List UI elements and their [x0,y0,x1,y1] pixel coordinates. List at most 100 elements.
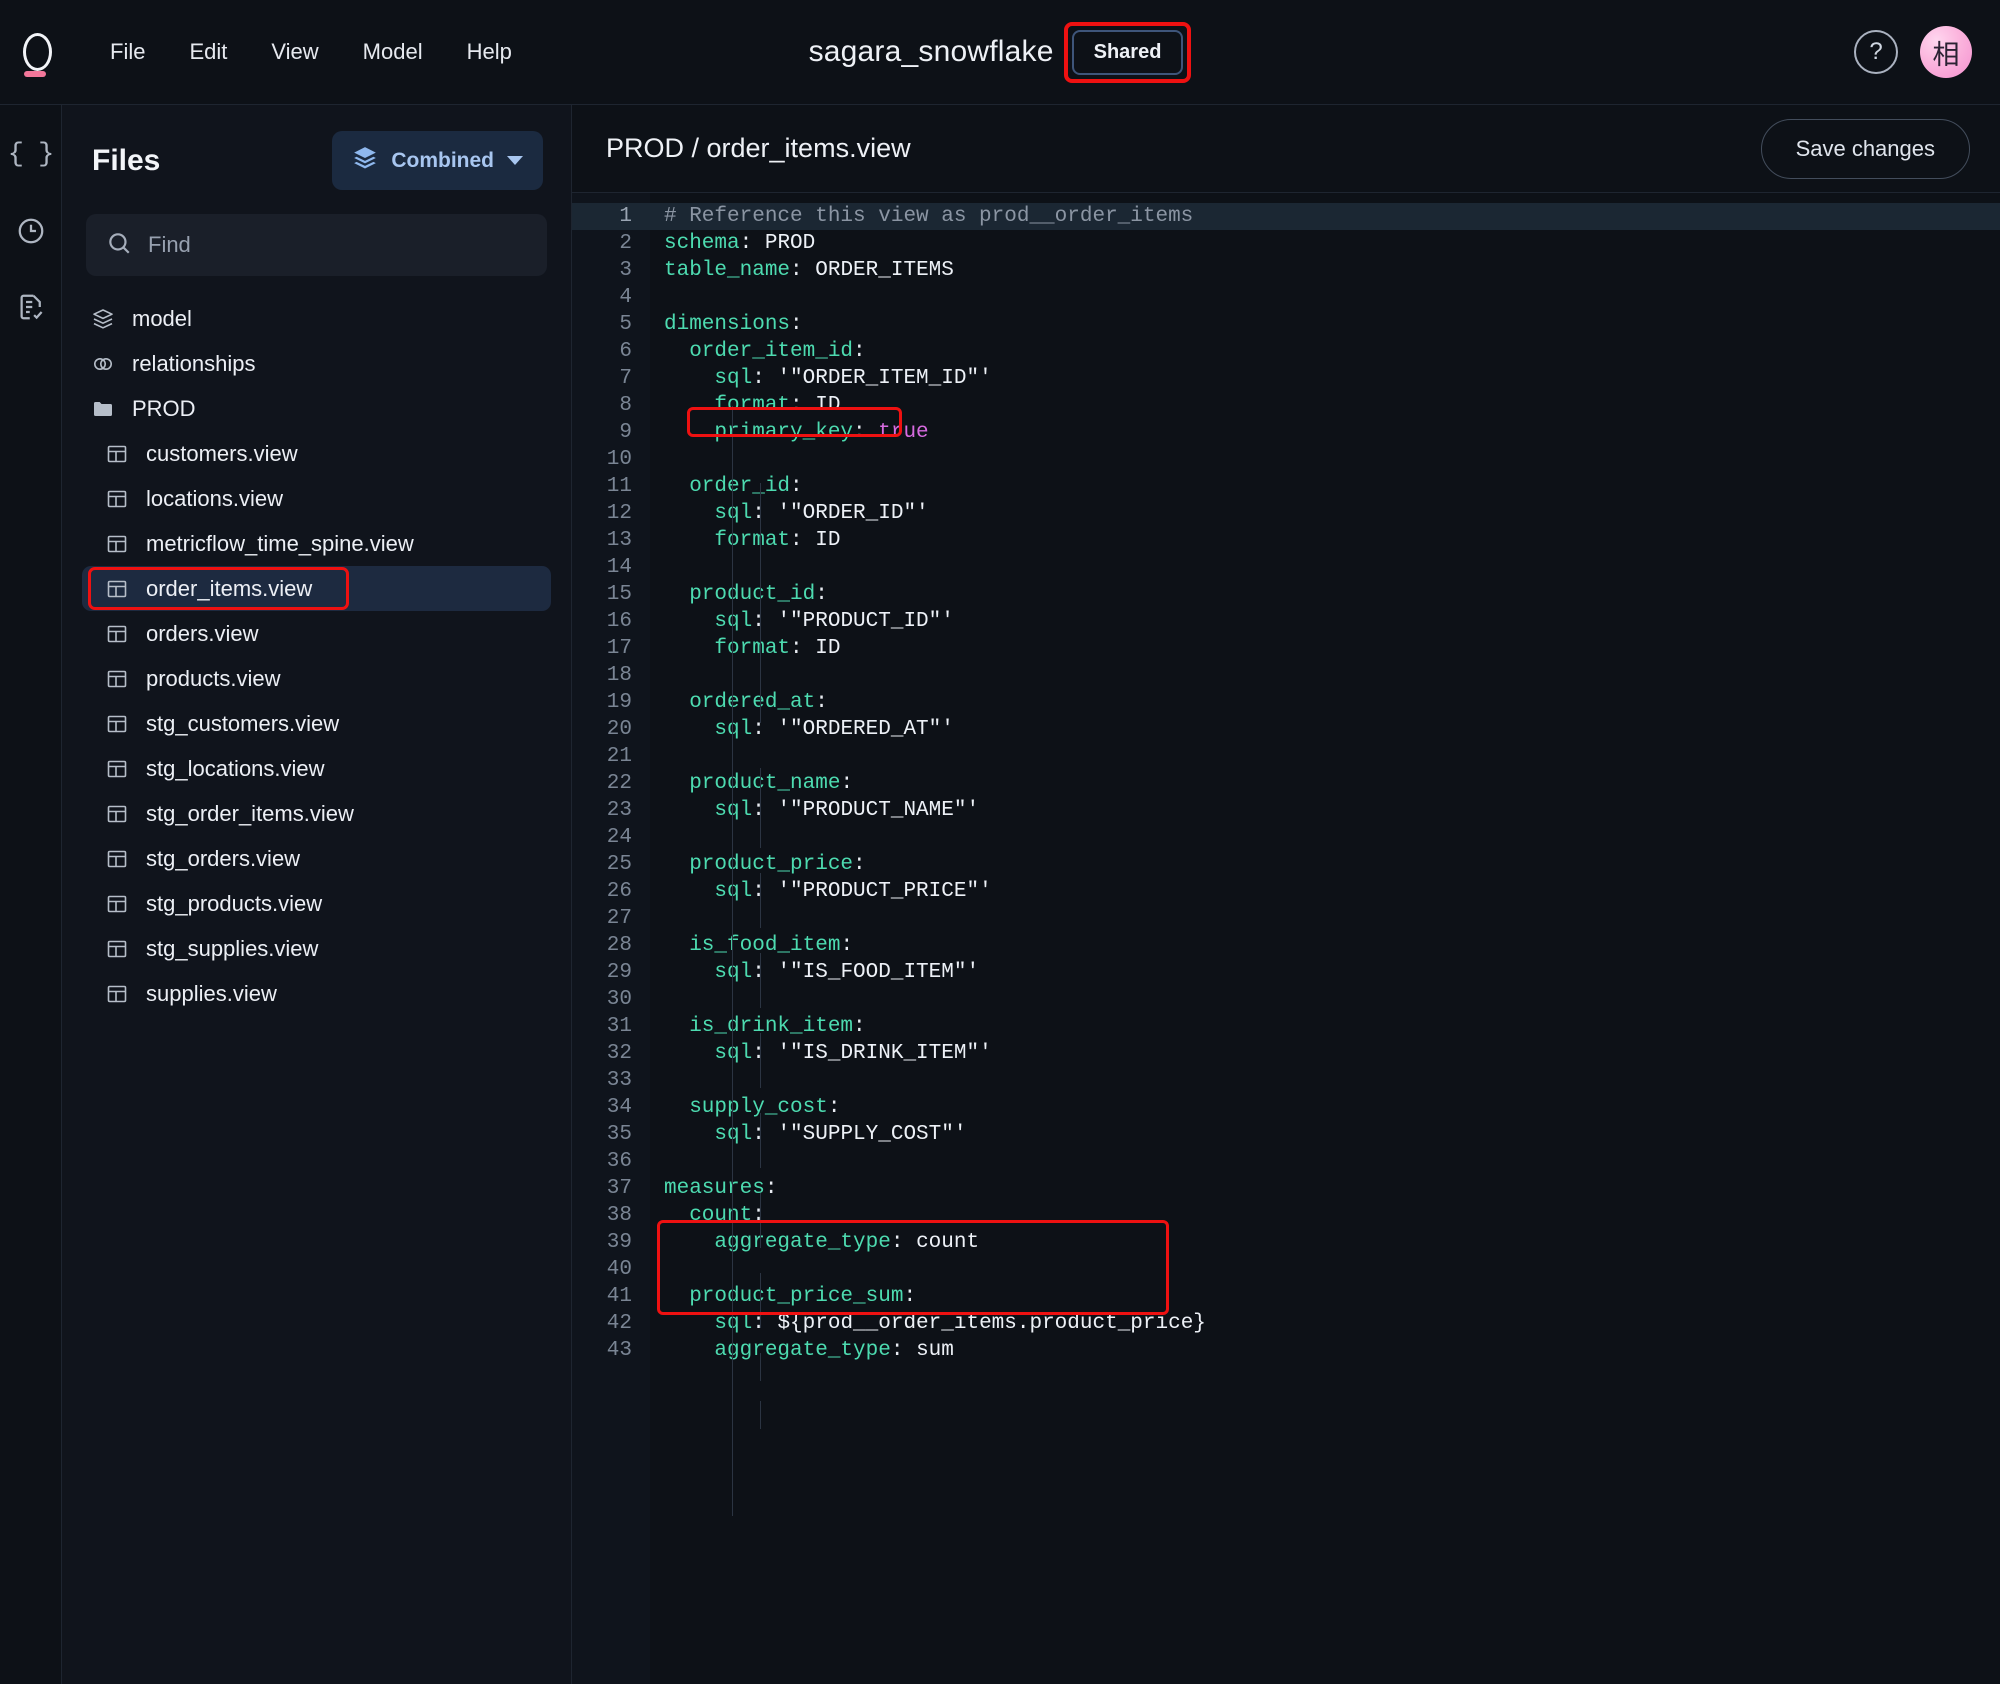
code-line[interactable]: format: ID [650,392,2000,419]
code-token: : [890,1231,917,1254]
code-line[interactable] [650,1148,2000,1175]
code-line[interactable]: order_item_id: [650,338,2000,365]
file-list-item[interactable]: relationships [82,341,551,386]
code-line[interactable]: sql: '"ORDER_ITEM_ID"' [650,365,2000,392]
line-number: 9 [619,421,632,444]
files-title: Files [92,143,161,177]
code-line[interactable] [650,554,2000,581]
combined-mode-button[interactable]: Combined [332,131,543,190]
code-line[interactable]: product_name: [650,770,2000,797]
file-list-item[interactable]: products.view [82,656,551,701]
code-line[interactable]: format: ID [650,635,2000,662]
app-logo[interactable] [6,29,68,77]
code-line[interactable]: # Reference this view as prod__order_ite… [650,203,2000,230]
code-line[interactable]: sql: '"SUPPLY_COST"' [650,1121,2000,1148]
code-line[interactable] [650,284,2000,311]
line-number: 34 [606,1096,632,1119]
code-line[interactable]: sql: ${prod__order_items.product_price} [650,1310,2000,1337]
file-list-item[interactable]: stg_customers.view [82,701,551,746]
code-line[interactable]: sql: '"ORDERED_AT"' [650,716,2000,743]
save-changes-button[interactable]: Save changes [1760,118,1970,179]
file-list-item[interactable]: model [82,296,551,341]
code-line[interactable] [650,824,2000,851]
code-token: : [815,583,828,606]
code-line[interactable]: sql: '"ORDER_ID"' [650,500,2000,527]
indent-guide [760,1033,761,1088]
code-line[interactable]: count: [650,1202,2000,1229]
file-list-item[interactable]: order_items.view [82,566,551,611]
file-list-item-label: products.view [146,665,281,691]
search-box[interactable] [86,214,547,276]
code-line[interactable]: product_price_sum: [650,1283,2000,1310]
code-line[interactable]: order_id: [650,473,2000,500]
document-check-icon[interactable] [11,287,51,327]
code-token: : [752,1123,778,1146]
menu-edit[interactable]: Edit [167,29,249,75]
code-line[interactable]: sql: '"PRODUCT_ID"' [650,608,2000,635]
search-input[interactable] [148,232,527,258]
code-token: aggregate_type [664,1231,891,1254]
file-list-item[interactable]: stg_orders.view [82,836,551,881]
file-list-item[interactable]: orders.view [82,611,551,656]
code-line[interactable]: product_price: [650,851,2000,878]
code-line[interactable] [650,743,2000,770]
code-line[interactable] [650,905,2000,932]
file-list-item[interactable]: stg_products.view [82,881,551,926]
line-number: 7 [619,367,632,390]
menu-model[interactable]: Model [341,29,445,75]
avatar[interactable]: 相 [1920,26,1972,78]
file-list-item[interactable]: locations.view [82,476,551,521]
menu-view[interactable]: View [249,29,340,75]
menu-help[interactable]: Help [445,29,534,75]
code-line[interactable]: dimensions: [650,311,2000,338]
code-token: dimensions [664,313,791,336]
code-line[interactable]: sql: '"IS_DRINK_ITEM"' [650,1040,2000,1067]
code-line[interactable]: table_name: ORDER_ITEMS [650,257,2000,284]
file-list-item[interactable]: customers.view [82,431,551,476]
line-number: 5 [619,313,632,336]
file-list-item[interactable]: PROD [82,386,551,431]
editor-pane: PROD / order_items.view Save changes 123… [572,105,2000,1684]
file-list-item[interactable]: metricflow_time_spine.view [82,521,551,566]
code-line[interactable]: schema: PROD [650,230,2000,257]
menu-file[interactable]: File [88,29,167,75]
code-braces-icon[interactable]: { } [8,135,55,175]
code-line[interactable] [650,662,2000,689]
help-icon[interactable]: ? [1854,30,1898,74]
code-line[interactable]: sql: '"PRODUCT_PRICE"' [650,878,2000,905]
code-line[interactable]: is_drink_item: [650,1013,2000,1040]
file-list-item[interactable]: stg_order_items.view [82,791,551,836]
code-line[interactable]: aggregate_type: sum [650,1337,2000,1364]
file-list-item[interactable]: stg_locations.view [82,746,551,791]
code-line[interactable]: supply_cost: [650,1094,2000,1121]
code-token: ID [815,529,841,552]
code-line[interactable]: product_id: [650,581,2000,608]
code-token: format [664,529,791,552]
code-line[interactable] [650,446,2000,473]
line-number: 30 [606,988,632,1011]
code-line[interactable]: primary_key: true [650,419,2000,446]
shared-badge-button[interactable]: Shared [1071,29,1184,75]
file-list-item[interactable]: supplies.view [82,971,551,1016]
code-token: '"IS_DRINK_ITEM"' [777,1042,992,1065]
code-token: '"PRODUCT_PRICE"' [777,880,992,903]
code-line[interactable]: sql: '"PRODUCT_NAME"' [650,797,2000,824]
code-content[interactable]: # Reference this view as prod__order_ite… [650,193,2000,1684]
code-line[interactable]: is_food_item: [650,932,2000,959]
icon-rail: { } [0,105,62,1684]
code-line[interactable]: aggregate_type: count [650,1229,2000,1256]
code-token: : [790,529,816,552]
code-editor[interactable]: 1 2 3 4 5 6 7 8 9 10 11 12 13 14 15 16 17 18 19 20 21 22 23 24 2… [572,193,2000,1684]
code-line[interactable]: format: ID [650,527,2000,554]
line-number: 41 [606,1285,632,1308]
code-line[interactable] [650,1256,2000,1283]
file-list-item[interactable]: stg_supplies.view [82,926,551,971]
history-clock-icon[interactable] [11,211,51,251]
code-line[interactable]: sql: '"IS_FOOD_ITEM"' [650,959,2000,986]
code-line[interactable] [650,986,2000,1013]
table-icon [104,666,130,692]
line-number: 26 [606,880,632,903]
code-line[interactable] [650,1067,2000,1094]
code-line[interactable]: ordered_at: [650,689,2000,716]
code-line[interactable]: measures: [650,1175,2000,1202]
